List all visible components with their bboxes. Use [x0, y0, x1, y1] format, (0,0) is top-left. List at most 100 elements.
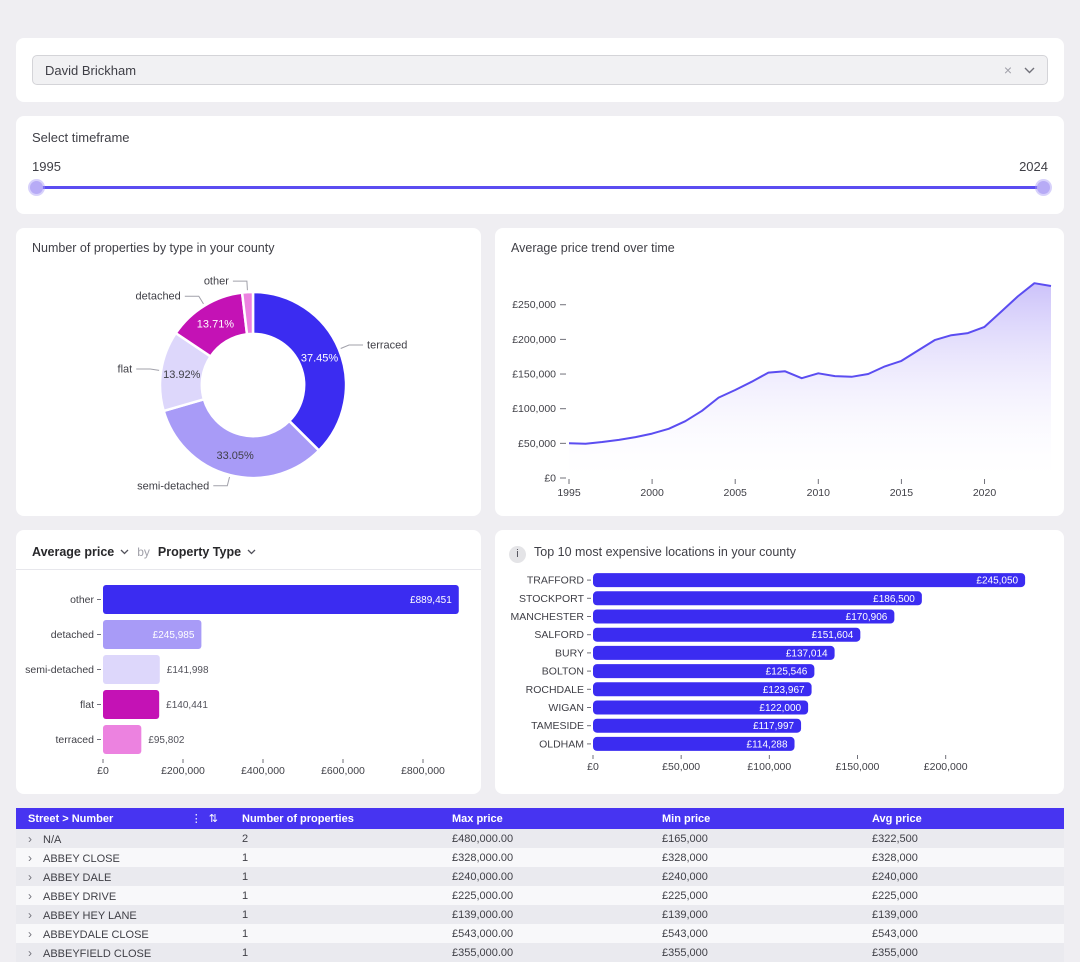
- bar-xtick-label: £0: [97, 765, 109, 777]
- street-name: ABBEY CLOSE: [43, 853, 120, 865]
- bar-category-label: terraced: [55, 734, 94, 746]
- bar-category-label: OLDHAM: [539, 738, 584, 750]
- expand-row-icon[interactable]: ›: [28, 927, 32, 941]
- bar-xtick-label: £0: [587, 761, 599, 773]
- avg-price-cell: £322,500: [860, 829, 1064, 848]
- min-price-cell: £165,000: [650, 829, 860, 848]
- expand-row-icon[interactable]: ›: [28, 908, 32, 922]
- column-header-max-price[interactable]: Max price: [440, 808, 650, 829]
- expand-row-icon[interactable]: ›: [28, 870, 32, 884]
- user-select-card: David Brickham ×: [16, 38, 1064, 102]
- max-price-cell: £328,000.00: [440, 848, 650, 867]
- donut-outside-label: other: [204, 276, 229, 288]
- bar-value-label: £137,014: [786, 648, 828, 659]
- bar-category-label: WIGAN: [548, 702, 584, 714]
- timeframe-label: Select timeframe: [32, 130, 1048, 145]
- bar-semi-detached: [103, 655, 160, 684]
- table-row[interactable]: ›ABBEY HEY LANE1£139,000.00£139,000£139,…: [16, 905, 1064, 924]
- dimension-dropdown-label: Property Type: [158, 545, 241, 559]
- bar-other: [103, 585, 459, 614]
- column-header-street[interactable]: Street > Number ⋮ ⇅: [16, 808, 230, 829]
- bar-xtick-label: £400,000: [241, 765, 285, 777]
- bar-value-label: £245,985: [153, 630, 195, 641]
- chevron-down-icon[interactable]: [1024, 67, 1035, 74]
- bar-xtick-label: £200,000: [924, 761, 968, 773]
- dimension-dropdown[interactable]: Property Type: [158, 545, 256, 559]
- timeframe-card: Select timeframe 1995 2024: [16, 116, 1064, 214]
- table-row[interactable]: ›ABBEY DALE1£240,000.00£240,000£240,000: [16, 867, 1064, 886]
- bar-trafford: [593, 573, 1025, 587]
- bar-value-label: £114,288: [747, 739, 788, 750]
- timeframe-slider[interactable]: [32, 181, 1048, 195]
- donut-pct-label: 33.05%: [217, 450, 255, 462]
- trend-xtick-label: 1995: [557, 487, 581, 499]
- table-row[interactable]: ›ABBEYDALE CLOSE1£543,000.00£543,000£543…: [16, 924, 1064, 943]
- bar-value-label: £245,050: [976, 576, 1018, 587]
- timeframe-start-year: 1995: [32, 159, 61, 174]
- table-row[interactable]: ›N/A2£480,000.00£165,000£322,500: [16, 829, 1064, 848]
- bar-xtick-label: £200,000: [161, 765, 205, 777]
- results-table: Street > Number ⋮ ⇅ Number of properties…: [16, 808, 1064, 962]
- street-cell: › ABBEY HEY LANE: [16, 905, 230, 924]
- table-row[interactable]: ›ABBEY CLOSE1£328,000.00£328,000£328,000: [16, 848, 1064, 867]
- column-header-count[interactable]: Number of properties: [230, 808, 440, 829]
- top10-chart-title: Top 10 most expensive locations in your …: [534, 545, 796, 563]
- bar-value-label: £122,000: [759, 703, 801, 714]
- street-cell: ›ABBEYFIELD CLOSE: [16, 943, 230, 962]
- max-price-cell: £543,000.00: [440, 924, 650, 943]
- donut-chart-title: Number of properties by type in your cou…: [16, 241, 481, 259]
- donut-slice-terraced: [253, 292, 346, 451]
- sort-icon[interactable]: ⇅: [209, 812, 218, 825]
- min-price-cell: £328,000: [650, 848, 860, 867]
- bar-category-label: other: [70, 594, 94, 606]
- clear-selection-icon[interactable]: ×: [1004, 63, 1012, 77]
- bar-value-label: £117,997: [753, 721, 794, 732]
- results-table-section: Street > Number ⋮ ⇅ Number of properties…: [16, 808, 1064, 962]
- drag-handle-icon[interactable]: ⋮: [191, 812, 202, 825]
- street-cell: ›N/A: [16, 829, 230, 848]
- count-cell: 1: [230, 867, 440, 886]
- metric-dropdown[interactable]: Average price: [32, 545, 129, 559]
- street-name: ABBEYDALE CLOSE: [43, 929, 149, 941]
- expand-row-icon[interactable]: ›: [28, 889, 32, 903]
- donut-pct-label: 13.71%: [197, 318, 235, 330]
- donut-outside-label: terraced: [367, 340, 407, 352]
- bar-value-label: £125,546: [766, 667, 808, 678]
- metric-dropdown-label: Average price: [32, 545, 114, 559]
- bar-flat: [103, 690, 159, 719]
- street-cell: › ABBEYDALE CLOSE: [16, 924, 230, 943]
- expand-row-icon[interactable]: ›: [28, 851, 32, 865]
- column-header-avg-price[interactable]: Avg price: [860, 808, 1064, 829]
- min-price-cell: £225,000: [650, 886, 860, 905]
- street-name: ABBEY DRIVE: [43, 891, 116, 903]
- donut-pct-label: 37.45%: [301, 352, 339, 364]
- top10-locations-card: i Top 10 most expensive locations in you…: [495, 530, 1064, 794]
- trend-xtick-label: 2010: [807, 487, 831, 499]
- slider-handle-start[interactable]: [30, 181, 43, 194]
- table-row[interactable]: ›ABBEYFIELD CLOSE1£355,000.00£355,000£35…: [16, 943, 1064, 962]
- column-header-min-price[interactable]: Min price: [650, 808, 860, 829]
- table-row[interactable]: ›ABBEY DRIVE1£225,000.00£225,000£225,000: [16, 886, 1064, 905]
- dimension-chevron-down-icon: [247, 549, 256, 555]
- trend-ytick-label: £150,000: [512, 369, 556, 381]
- bar-value-label: £170,906: [846, 612, 888, 623]
- info-icon[interactable]: i: [509, 546, 526, 563]
- donut-outside-label: detached: [136, 291, 181, 303]
- bar-category-label: BURY: [555, 647, 584, 659]
- count-cell: 1: [230, 924, 440, 943]
- bar-category-label: STOCKPORT: [519, 593, 585, 605]
- bar-category-label: MANCHESTER: [510, 611, 584, 623]
- bar-xtick-label: £150,000: [836, 761, 880, 773]
- slider-track[interactable]: [32, 186, 1048, 189]
- count-cell: 2: [230, 829, 440, 848]
- max-price-cell: £139,000.00: [440, 905, 650, 924]
- bar-value-label: £140,441: [166, 700, 208, 711]
- expand-row-icon[interactable]: ›: [28, 832, 32, 846]
- min-price-cell: £139,000: [650, 905, 860, 924]
- street-cell: › ABBEY DRIVE: [16, 886, 230, 905]
- selected-user: David Brickham: [45, 63, 136, 78]
- street-name: ABBEY HEY LANE: [43, 910, 137, 922]
- slider-handle-end[interactable]: [1037, 181, 1050, 194]
- bar-value-label: £889,451: [410, 595, 452, 606]
- user-select[interactable]: David Brickham ×: [32, 55, 1048, 85]
